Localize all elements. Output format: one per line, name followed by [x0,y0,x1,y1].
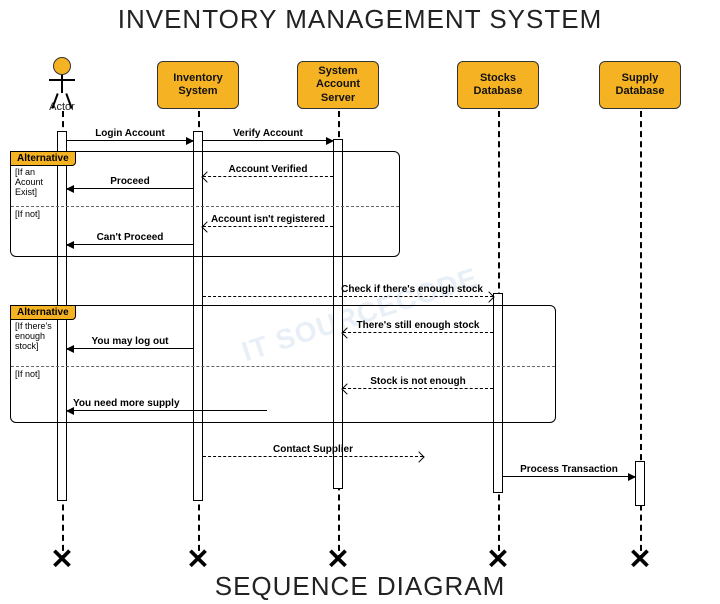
diagram-canvas: IT SOURCECODE Actor Inventory System Sys… [0,35,720,595]
msg-still-enough: There's still enough stock [343,319,493,333]
activation-supply [635,461,645,506]
msg-account-verified: Account Verified [203,163,333,177]
msg-proceed: Proceed [67,175,193,189]
alt-guard-enough: [If there's enough stock] [15,322,59,352]
msg-login-account: Login Account [67,127,193,141]
alt-separator-2 [11,366,555,367]
msg-stock-not-enough: Stock is not enough [343,375,493,389]
footer-title: SEQUENCE DIAGRAM [0,571,720,602]
actor-figure: Actor [42,57,82,113]
msg-not-registered: Account isn't registered [203,213,333,227]
alt-tag: Alternative [10,151,76,166]
participant-stocks-database: Stocks Database [457,61,539,109]
alt-guard-not-2: [If not] [15,370,59,380]
alt-guard-not: [If not] [15,210,59,220]
msg-contact-supplier: Contact Supplier [203,443,423,457]
msg-need-more-supply: You need more supply [67,397,267,411]
msg-process-transaction: Process Transaction [503,463,635,477]
alt-separator [11,206,399,207]
msg-check-stock: Check if there's enough stock [203,283,493,297]
page-title: INVENTORY MANAGEMENT SYSTEM [0,4,720,35]
participant-supply-database: Supply Database [599,61,681,109]
msg-cant-proceed: Can't Proceed [67,231,193,245]
participant-inventory-system: Inventory System [157,61,239,109]
msg-verify-account: Verify Account [203,127,333,141]
msg-may-logout: You may log out [67,335,193,349]
participant-account-server: System Account Server [297,61,379,109]
alt-guard-exist: [If an Acount Exist] [15,168,59,198]
alt-tag-2: Alternative [10,305,76,320]
